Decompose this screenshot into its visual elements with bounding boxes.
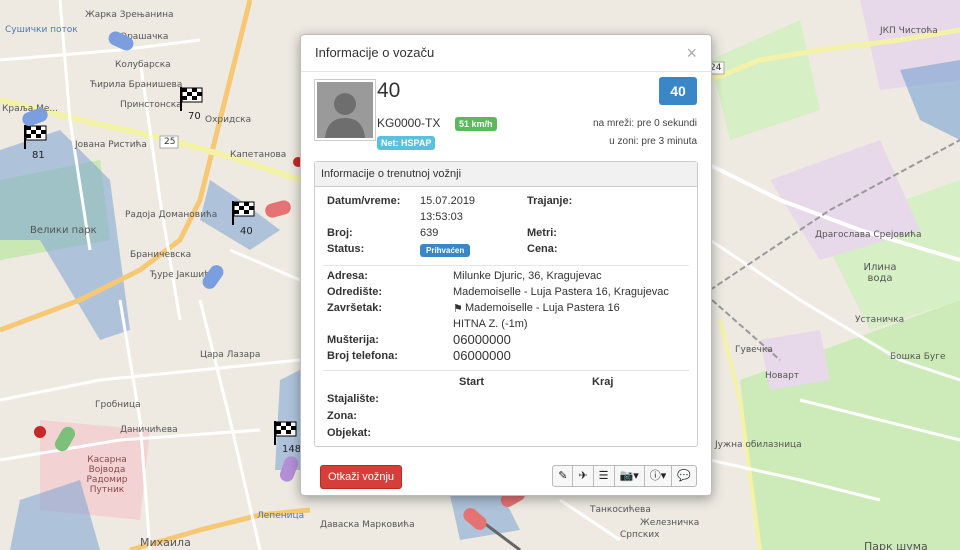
close-icon[interactable]: × xyxy=(686,43,697,64)
network-badge: Net: HSPAP xyxy=(377,136,436,150)
destination-value: Mademoiselle - Luja Pastera 16, Kragujev… xyxy=(453,286,669,298)
online-status: na mreži: pre 0 sekundi xyxy=(593,118,697,129)
map-label: Новарт xyxy=(765,371,800,381)
marker-label: 40 xyxy=(240,226,253,237)
destination-label: Odredište: xyxy=(327,286,383,298)
map-label: Даваска Марковића xyxy=(320,520,415,530)
list-icon[interactable]: ☰ xyxy=(592,465,615,487)
map-label: Жарка Зрењанина xyxy=(85,10,174,20)
chat-icon[interactable]: 💬 xyxy=(671,465,697,487)
map-label: Гробница xyxy=(95,400,141,410)
object-label: Objekat: xyxy=(327,427,372,439)
map-label: Гувечка xyxy=(735,345,773,355)
finish-flag-icon[interactable] xyxy=(230,200,256,226)
end-flag-icon: ⚑ xyxy=(453,303,463,315)
end-note: HITNA Z. (-1m) xyxy=(453,318,528,330)
map-label: Принстонска xyxy=(120,100,182,110)
plate-number: KG0000-TX xyxy=(377,116,441,130)
finish-flag-icon[interactable] xyxy=(272,420,298,446)
avatar xyxy=(314,79,376,141)
map-label: Сушички поток xyxy=(5,25,78,35)
marker-label: 70 xyxy=(188,111,201,122)
trip-info-panel: Informacije o trenutnoj vožnji Datum/vre… xyxy=(314,161,698,447)
map-label: Царa Лазара xyxy=(200,350,261,360)
start-column-header: Start xyxy=(459,376,485,388)
caret-down-icon: ▾ xyxy=(660,470,667,482)
end-column-header: Kraj xyxy=(592,376,614,388)
zone-label: Zona: xyxy=(327,410,357,422)
speed-badge: 51 km/h xyxy=(455,117,497,131)
finish-flag-icon[interactable] xyxy=(178,86,204,112)
stop-label: Stajalište: xyxy=(327,393,379,405)
map-label: Ћирила Бранишева xyxy=(90,80,183,90)
address-label: Adresa: xyxy=(327,270,368,282)
map-label: Јужна обилазница xyxy=(715,440,802,450)
map-label: Јована Ристића xyxy=(75,140,147,150)
price-label: Cena: xyxy=(527,243,558,255)
meters-label: Metri: xyxy=(527,227,557,239)
map-label: Радоја Домановића xyxy=(125,210,218,220)
end-label: Završetak: xyxy=(327,302,383,314)
map-label: Бошка Буге xyxy=(890,352,946,362)
info-icon: ⓘ xyxy=(649,470,661,482)
plane-icon[interactable]: ✈ xyxy=(572,465,594,487)
duration-label: Trajanje: xyxy=(527,195,573,207)
camera-dropdown-button[interactable]: 📷▾ xyxy=(613,465,645,487)
map-label: Колубарска xyxy=(115,60,171,70)
divider xyxy=(323,370,689,371)
datetime-date: 15.07.2019 xyxy=(420,195,476,207)
address-value: Milunke Djuric, 36, Kragujevac xyxy=(453,270,602,282)
map-label: Велики парк xyxy=(30,225,97,236)
driver-id-badge: 40 xyxy=(659,77,697,105)
map-label: Парк шума xyxy=(864,540,928,550)
map-label: Михаила xyxy=(140,536,191,549)
customer-value: 06000000 xyxy=(453,332,511,347)
cancel-ride-button[interactable]: Otkaži vožnju xyxy=(320,465,403,489)
datetime-label: Datum/vreme: xyxy=(327,195,401,207)
camera-icon: 📷 xyxy=(619,470,634,482)
marker-label: 81 xyxy=(32,150,45,161)
map-label: Капетанова xyxy=(230,150,287,160)
number-value: 639 xyxy=(420,227,439,239)
map-label: Даничићева xyxy=(120,425,178,435)
info-dropdown-button[interactable]: ⓘ▾ xyxy=(643,465,673,487)
action-toolbar: ✎ ✈ ☰ 📷▾ ⓘ▾ 💬 xyxy=(552,465,697,487)
phone-value: 06000000 xyxy=(453,348,511,363)
modal-header: Informacije o vozaču × xyxy=(301,35,711,72)
road-number: 25 xyxy=(164,137,176,147)
customer-label: Mušterija: xyxy=(327,334,379,346)
map-label: Железничка xyxy=(640,518,700,528)
map-label: Илина вода xyxy=(863,262,897,284)
map-label: Лепеница xyxy=(257,511,305,521)
caret-down-icon: ▾ xyxy=(633,470,639,482)
map-label: Танкосићева xyxy=(590,505,651,515)
edit-icon[interactable]: ✎ xyxy=(552,465,574,487)
user-silhouette-icon xyxy=(317,82,373,138)
end-value: Mademoiselle - Luja Pastera 16 xyxy=(465,302,620,314)
modal-title: Informacije o vozaču xyxy=(315,45,435,60)
map-label: ЈКП Чистоћа xyxy=(880,26,938,36)
driver-number: 40 xyxy=(377,79,401,102)
status-badge: Prihvaćen xyxy=(420,244,471,257)
map-label: Драгослава Срејовића xyxy=(815,230,922,240)
map-label: Устаничка xyxy=(855,315,905,325)
divider xyxy=(323,265,689,266)
map-label: Охридска xyxy=(205,115,252,125)
map-label: Српских xyxy=(620,530,660,540)
panel-title: Informacije o trenutnoj vožnji xyxy=(315,162,697,187)
zone-status: u zoni: pre 3 minuta xyxy=(609,136,697,147)
number-label: Broj: xyxy=(327,227,353,239)
datetime-time: 13:53:03 xyxy=(420,211,463,223)
driver-info-modal: Informacije o vozaču × 40 KG0000-TX 51 k… xyxy=(300,34,712,496)
map-label: Браничевска xyxy=(130,250,192,260)
phone-label: Broj telefona: xyxy=(327,350,398,362)
status-label: Status: xyxy=(327,243,365,255)
finish-flag-icon[interactable] xyxy=(22,124,48,150)
map-label: Касарна Војвода Радомир Путник xyxy=(86,455,128,495)
marker-label: 148 xyxy=(282,444,302,455)
